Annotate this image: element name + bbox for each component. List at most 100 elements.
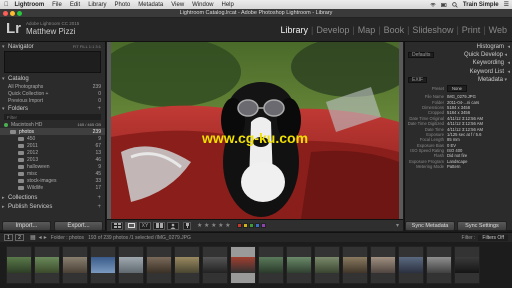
wifi-icon[interactable]	[430, 2, 436, 8]
filmstrip-thumbnail[interactable]	[146, 246, 172, 284]
filmstrip-thumbnail[interactable]	[90, 246, 116, 284]
filmstrip-thumbnail[interactable]	[174, 246, 200, 284]
menu-photo[interactable]: Photo	[115, 2, 131, 8]
folder-row[interactable]: 2011 67	[0, 142, 105, 149]
folder-row[interactable]: 2013 46	[0, 156, 105, 163]
menu-metadata[interactable]: Metadata	[138, 2, 163, 8]
sync-metadata-button[interactable]: Sync Metadata	[405, 221, 455, 231]
color-label-red[interactable]	[236, 223, 242, 228]
color-label-purple[interactable]	[260, 223, 266, 228]
menu-help[interactable]: Help	[222, 2, 234, 8]
folder-row[interactable]: 450 9	[0, 135, 105, 142]
sync-settings-button[interactable]: Sync Settings	[457, 221, 507, 231]
import-button[interactable]: Import...	[2, 221, 51, 231]
metadata-preset-select[interactable]: None	[447, 84, 468, 92]
menu-lightroom[interactable]: Lightroom	[15, 2, 45, 8]
metadata-field-value[interactable]: 5184 x 3456	[447, 110, 470, 115]
folder-row[interactable]: 2012 13	[0, 149, 105, 156]
catalog-item-previous-import[interactable]: Previous Import 0	[0, 97, 105, 104]
filmstrip-thumbnail[interactable]	[314, 246, 340, 284]
filter-select[interactable]: Filters Off	[478, 234, 508, 241]
menu-window[interactable]: Window	[192, 2, 213, 8]
forward-arrow-icon[interactable]: ▸	[44, 234, 47, 241]
filmstrip-thumbnail[interactable]	[258, 246, 284, 284]
metadata-field-value[interactable]: 85 mm	[447, 137, 460, 142]
module-map[interactable]: Map	[355, 25, 379, 35]
folder-row[interactable]: Wildlife 17	[0, 184, 105, 191]
color-label-blue[interactable]	[254, 223, 260, 228]
metadata-field-value[interactable]: 4/11/12 3:12:56 AM	[447, 121, 483, 126]
compare-view-button[interactable]: XY	[139, 221, 151, 230]
metadata-field-value[interactable]: 0 EV	[447, 143, 456, 148]
quick-develop-preset-select[interactable]: Defaults	[408, 51, 435, 58]
filmstrip-thumbnail[interactable]	[454, 246, 480, 284]
catalog-item-all-photographs[interactable]: All Photographs 239	[0, 83, 105, 90]
menu-edit[interactable]: Edit	[70, 2, 80, 8]
metadata-header[interactable]: Metadata	[427, 75, 509, 84]
folders-header[interactable]: Folders +	[0, 104, 105, 113]
filmstrip-thumbnail[interactable]	[62, 246, 88, 284]
folder-row[interactable]: photos 239	[0, 128, 105, 135]
grid-view-button[interactable]	[111, 221, 123, 230]
filmstrip-thumbnail[interactable]	[118, 246, 144, 284]
module-print[interactable]: Print	[459, 25, 484, 35]
filmstrip-thumbnail[interactable]	[426, 246, 452, 284]
drive-row[interactable]: Macintosh HD 165 / 465 GB	[0, 121, 105, 128]
folder-row[interactable]: stock-images 33	[0, 177, 105, 184]
loupe-view[interactable]: www.cg-ku.com	[107, 42, 403, 219]
close-window-button[interactable]	[3, 11, 8, 16]
export-button[interactable]: Export...	[54, 221, 103, 231]
metadata-field-value[interactable]: 5184 x 3456	[447, 105, 470, 110]
window-1-button[interactable]: 1	[4, 234, 13, 241]
metadata-field-value[interactable]: IMG_0279.JPG	[447, 94, 476, 99]
folder-row[interactable]: misc 45	[0, 170, 105, 177]
filmstrip-thumbnail[interactable]	[370, 246, 396, 284]
add-collection-icon[interactable]: +	[97, 195, 101, 201]
metadata-field-value[interactable]: 4/11/12 3:12:56 AM	[447, 116, 483, 121]
metadata-field-value[interactable]: 1/125 sec at f / 5.6	[447, 132, 481, 137]
survey-view-button[interactable]	[153, 221, 165, 230]
module-library[interactable]: Library	[277, 25, 311, 35]
module-web[interactable]: Web	[486, 25, 510, 35]
metadata-field-value[interactable]: Did not fire	[447, 153, 467, 158]
navigator-zoom-options[interactable]: FIT FILL 1:1 3:1	[73, 44, 101, 49]
people-view-button[interactable]	[167, 221, 179, 230]
painter-icon[interactable]	[183, 221, 191, 230]
metadata-field-value[interactable]: Pattern	[447, 164, 461, 169]
color-label-green[interactable]	[248, 223, 254, 228]
add-publish-service-icon[interactable]: +	[97, 204, 101, 210]
loupe-view-button[interactable]	[125, 221, 137, 230]
module-develop[interactable]: Develop	[313, 25, 352, 35]
notification-center-icon[interactable]: ☰	[504, 1, 509, 8]
collections-header[interactable]: Collections +	[0, 193, 105, 202]
filmstrip-thumbnail[interactable]	[34, 246, 60, 284]
filmstrip-thumbnail[interactable]	[342, 246, 368, 284]
add-folder-icon[interactable]: +	[97, 106, 101, 112]
menubar-user-label[interactable]: Train Simple	[463, 2, 499, 8]
minimize-window-button[interactable]	[10, 11, 15, 16]
filmstrip-thumbnail[interactable]	[202, 246, 228, 284]
star-rating[interactable]: ★ ★ ★ ★ ★	[197, 222, 231, 229]
spotlight-icon[interactable]	[452, 1, 458, 8]
module-book[interactable]: Book	[381, 25, 408, 35]
filmstrip-thumbnail[interactable]	[6, 246, 32, 284]
filmstrip-thumbnail[interactable]	[230, 246, 256, 284]
publish-services-header[interactable]: Publish Services +	[0, 202, 105, 211]
battery-icon[interactable]	[440, 2, 447, 8]
toolbar-menu-icon[interactable]: ▾	[396, 222, 399, 229]
grid-shortcut-icon[interactable]: ▦	[30, 234, 36, 241]
menu-view[interactable]: View	[171, 2, 184, 8]
photo-preview[interactable]: www.cg-ku.com	[111, 42, 399, 219]
filmstrip-source[interactable]: Folder : photos	[51, 235, 84, 241]
filmstrip-thumbnail[interactable]	[398, 246, 424, 284]
filmstrip-thumbnail[interactable]	[286, 246, 312, 284]
menu-file[interactable]: File	[52, 2, 62, 8]
metadata-field-value[interactable]: Landscape	[447, 159, 468, 164]
metadata-field-value[interactable]: ISO 400	[447, 148, 462, 153]
metadata-view-select[interactable]: EXIF	[408, 76, 428, 83]
navigator-preview[interactable]	[4, 51, 101, 73]
menu-library[interactable]: Library	[88, 2, 106, 8]
metadata-field-value[interactable]: 4/11/12 3:12:56 AM	[447, 127, 483, 132]
back-arrow-icon[interactable]: ◂	[39, 234, 42, 241]
folder-filter-input[interactable]: Filter	[4, 114, 101, 120]
